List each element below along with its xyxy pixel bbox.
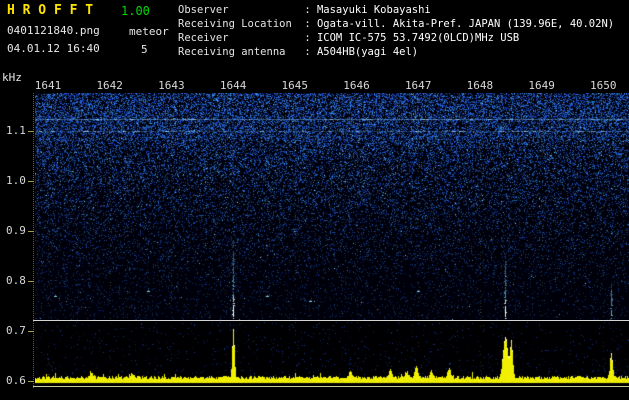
info-value: A504HB(yagi 4el) (316, 46, 419, 58)
time-tick-label: 1647 (404, 79, 432, 92)
info-label: Receiving Location (178, 18, 292, 30)
time-tick-label: 1642 (96, 79, 123, 92)
info-label: Receiver (178, 32, 229, 44)
info-separator: : (298, 46, 317, 58)
freq-tick-label: 0.9 (6, 224, 26, 237)
freq-unit-label: kHz (2, 71, 22, 84)
info-row: Receiving antenna : A504HB(yagi 4el) (178, 45, 628, 59)
freq-tick-mark (28, 331, 34, 332)
plot-bottom-line (33, 386, 629, 387)
time-tick-label: 1648 (466, 79, 494, 92)
datetime-label: 04.01.12 16:40 (7, 42, 100, 55)
info-row: Observer : Masayuki Kobayashi (178, 3, 628, 17)
freq-tick-label: 0.6 (6, 374, 26, 387)
freq-tick-mark (28, 381, 34, 382)
info-value: Masayuki Kobayashi (316, 4, 431, 16)
freq-tick-label: 0.8 (6, 274, 26, 287)
freq-tick-mark (28, 281, 34, 282)
spectrogram-canvas (35, 93, 629, 320)
info-label: Observer (178, 4, 229, 16)
info-label: Receiving antenna (178, 46, 286, 58)
info-row: Receiver : ICOM IC-575 53.7492(0LCD)MHz … (178, 31, 628, 45)
info-value: ICOM IC-575 53.7492(0LCD)MHz USB (316, 32, 520, 44)
freq-tick-mark (28, 231, 34, 232)
time-tick-label: 1650 (590, 79, 617, 92)
app-title: H R O F F T (7, 3, 94, 18)
header-info: Observer : Masayuki Kobayashi Receiving L… (178, 3, 628, 59)
echo-count: 5 (141, 43, 148, 56)
freq-axis-dotted-line (33, 93, 34, 388)
info-separator: : (298, 18, 317, 30)
hrofft-screen: H R O F F T 1.00 0401121840.png meteor 0… (0, 0, 629, 400)
time-tick-label: 1649 (528, 79, 555, 92)
plot-separator-line (33, 320, 629, 321)
freq-tick-label: 1.1 (6, 124, 26, 137)
freq-tick-mark (28, 131, 34, 132)
freq-tick-label: 0.7 (6, 324, 26, 337)
output-filename: 0401121840.png (7, 24, 100, 37)
time-tick-label: 1644 (219, 79, 247, 92)
mode-label: meteor (129, 25, 169, 38)
time-tick-label: 1645 (281, 79, 309, 92)
time-tick-label: 1643 (158, 79, 185, 92)
info-separator: : (298, 4, 317, 16)
info-separator: : (298, 32, 317, 44)
info-row: Receiving Location : Ogata-vill. Akita-P… (178, 17, 628, 31)
freq-tick-mark (28, 181, 34, 182)
app-version: 1.00 (121, 4, 150, 18)
time-tick-label: 1646 (343, 79, 370, 92)
freq-tick-label: 1.0 (6, 174, 26, 187)
info-value: Ogata-vill. Akita-Pref. JAPAN (139.96E, … (316, 18, 615, 30)
time-tick-label: 1641 (34, 79, 62, 92)
signal-strip-canvas (35, 322, 629, 388)
